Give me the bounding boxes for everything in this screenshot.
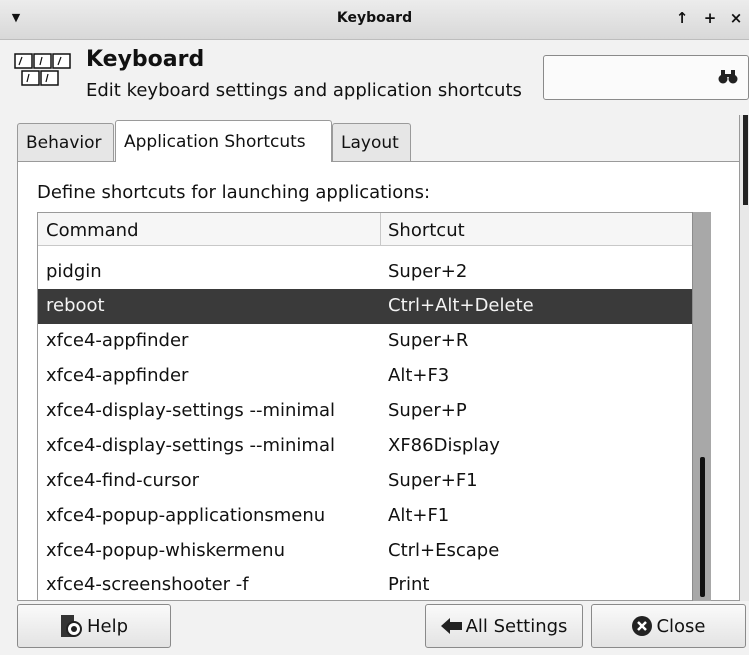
table-row[interactable]: xfce4-display-settings --minimal Super+P (38, 394, 694, 429)
row-shortcut: Alt+F3 (388, 365, 450, 386)
button-bar: Help All Settings Close (0, 601, 749, 655)
tab-behavior[interactable]: Behavior (17, 123, 114, 161)
row-shortcut: XF86Display (388, 435, 500, 456)
row-command: reboot (46, 295, 105, 316)
scrollbar-thumb[interactable] (700, 457, 705, 597)
window-close-button[interactable]: × (727, 8, 745, 28)
close-button-label: Close (656, 615, 706, 637)
row-shortcut: Ctrl+Alt+Delete (388, 295, 534, 316)
shortcuts-prompt: Define shortcuts for launching applicati… (37, 182, 431, 203)
panel-scrollbar-thumb[interactable] (743, 115, 748, 205)
binoculars-icon[interactable] (718, 69, 738, 85)
row-shortcut: Super+2 (388, 261, 468, 282)
search-input[interactable] (543, 55, 749, 100)
row-shortcut: Super+P (388, 400, 467, 421)
row-command: xfce4-display-settings --minimal (46, 435, 336, 456)
row-shortcut: Ctrl+Escape (388, 540, 500, 561)
title-bar: ▼ Keyboard ↑ + × (0, 0, 749, 40)
row-command: xfce4-display-settings --minimal (46, 400, 336, 421)
row-shortcut: Super+R (388, 330, 469, 351)
table-row[interactable]: xfce4-find-cursor Super+F1 (38, 464, 694, 499)
table-row[interactable]: xfce4-popup-whiskermenu Ctrl+Escape (38, 534, 694, 569)
all-settings-button[interactable]: All Settings (425, 604, 583, 648)
table-row-selected[interactable]: reboot Ctrl+Alt+Delete (38, 289, 694, 324)
row-shortcut: Super+F1 (388, 470, 478, 491)
help-icon (60, 615, 82, 637)
column-separator (380, 213, 381, 246)
row-command: xfce4-appfinder (46, 330, 189, 351)
close-icon (632, 616, 653, 636)
window-maximize-button[interactable]: + (701, 8, 719, 28)
row-command: xfce4-find-cursor (46, 470, 200, 491)
dialog-title: Keyboard (86, 47, 205, 72)
column-header-command[interactable]: Command (46, 220, 139, 241)
row-command: xfce4-popup-applicationsmenu (46, 505, 326, 526)
arrow-left-icon (440, 618, 462, 634)
tab-application-shortcuts[interactable]: Application Shortcuts (115, 120, 332, 162)
dialog-subtitle: Edit keyboard settings and application s… (86, 80, 522, 101)
row-command: xfce4-screenshooter -f (46, 574, 249, 595)
table-row[interactable]: xfce4-screenshooter -f Print (38, 568, 694, 600)
table-row[interactable]: xfce4-popup-applicationsmenu Alt+F1 (38, 499, 694, 534)
row-shortcut: Print (388, 574, 430, 595)
row-command: pidgin (46, 261, 102, 282)
panel-scrollbar[interactable] (739, 115, 749, 601)
list-scrollbar[interactable] (692, 212, 711, 601)
table-row[interactable]: xfce4-display-settings --minimal XF86Dis… (38, 429, 694, 464)
keyboard-icon (14, 53, 71, 86)
column-header-shortcut[interactable]: Shortcut (388, 220, 465, 241)
dialog-header: Keyboard Edit keyboard settings and appl… (0, 40, 749, 108)
all-settings-button-label: All Settings (465, 615, 568, 637)
table-row[interactable]: xfce4-appfinder Super+R (38, 324, 694, 359)
row-command: xfce4-appfinder (46, 365, 189, 386)
table-row[interactable]: pidgin Super+2 (38, 255, 694, 290)
list-rows: pidgin Super+2 reboot Ctrl+Alt+Delete xf… (38, 246, 694, 600)
row-command: xfce4-popup-whiskermenu (46, 540, 285, 561)
help-button[interactable]: Help (17, 604, 171, 648)
close-button[interactable]: Close (591, 604, 746, 648)
window-title: Keyboard (336, 10, 413, 26)
list-header: Command Shortcut (38, 213, 694, 246)
shortcuts-list[interactable]: Command Shortcut pidgin Super+2 reboot C… (37, 212, 711, 601)
row-shortcut: Alt+F1 (388, 505, 450, 526)
help-button-label: Help (86, 615, 129, 637)
tab-layout[interactable]: Layout (332, 123, 411, 161)
window-up-button[interactable]: ↑ (673, 8, 691, 28)
table-row[interactable]: xfce4-appfinder Alt+F3 (38, 359, 694, 394)
